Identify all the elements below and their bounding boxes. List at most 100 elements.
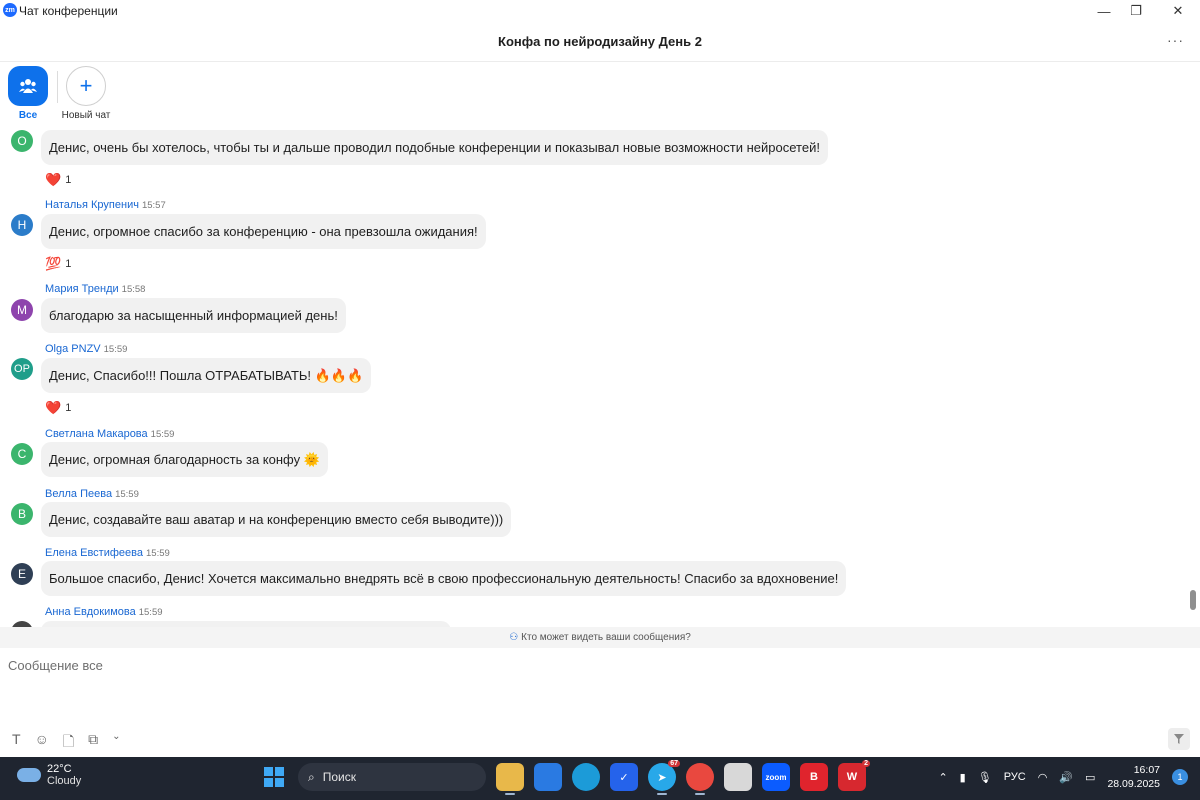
send-icon <box>1174 734 1184 744</box>
screenshot-icon[interactable]: ⧉ <box>88 731 98 755</box>
sender-name[interactable]: Елена Евстифеева <box>45 547 143 559</box>
reaction[interactable]: ❤️ 1 <box>45 172 71 188</box>
chrome-icon[interactable] <box>686 763 714 795</box>
wps-badge: 2 <box>862 760 870 767</box>
avatar[interactable]: В <box>11 503 33 525</box>
send-button[interactable] <box>1168 728 1190 750</box>
sender-name[interactable]: Анна Евдокимова <box>45 606 136 618</box>
filter-all[interactable]: Все <box>0 66 58 121</box>
system-tray: ⌃ ▮ 🎙 РУС ◠ 🔊 ▭ 16:07 28.09.2025 1 <box>938 763 1188 791</box>
sender-name[interactable]: Велла Пеева <box>45 488 112 500</box>
message-bubble[interactable]: Денис, огромная благодарность за конфу 🌞 <box>41 442 328 477</box>
todo-icon[interactable]: ✓ <box>610 763 638 791</box>
sender-name[interactable]: Olga PNZV <box>45 343 101 355</box>
notification-badge[interactable]: 1 <box>1172 769 1188 785</box>
weather-widget[interactable]: 22°C Cloudy <box>17 763 81 787</box>
message-bubble[interactable]: Большое спасибо, Денис! Хочется максимал… <box>41 561 847 596</box>
wps-office-icon[interactable]: W2 <box>838 760 870 791</box>
plus-icon: + <box>66 66 106 106</box>
avatar[interactable]: Е <box>11 563 33 585</box>
filter-all-label: Все <box>18 110 38 121</box>
sender-line: Велла Пеева 15:59 <box>45 488 139 500</box>
telegram-badge: 67 <box>668 760 680 767</box>
reaction-count: 1 <box>65 402 72 414</box>
search-label: Поиск <box>322 770 356 784</box>
reaction-count: 1 <box>65 174 72 186</box>
reaction[interactable]: 💯 1 <box>45 256 71 272</box>
avatar[interactable]: О <box>11 130 33 152</box>
privacy-notice[interactable]: ⚇ Кто может видеть ваши сообщения? <box>0 627 1200 648</box>
avatar[interactable]: С <box>11 443 33 465</box>
group-icon <box>8 66 48 106</box>
start-button[interactable] <box>260 763 288 791</box>
scrollbar-thumb[interactable] <box>1190 590 1196 610</box>
message-bubble[interactable]: Денис, Спасибо!!! Пошла ОТРАБАТЫВАТЬ! 🔥🔥… <box>41 358 372 393</box>
message-time: 15:59 <box>146 548 170 559</box>
message-input[interactable]: Сообщение все <box>8 658 103 673</box>
title-bar: zm Чат конференции — ❐ ✕ <box>0 0 1200 22</box>
chevron-down-icon[interactable]: ⌄ <box>112 731 120 755</box>
chat-header: Конфа по нейродизайну День 2 ··· <box>0 22 1200 62</box>
message-time: 15:59 <box>115 489 139 500</box>
hundred-points-icon: 💯 <box>45 256 62 271</box>
message-bubble[interactable]: Денис, очень бы хотелось, чтобы ты и дал… <box>41 130 828 165</box>
reaction[interactable]: ❤️ 1 <box>45 400 71 416</box>
new-chat-label: Новый чат <box>61 110 111 121</box>
window-title: Чат конференции <box>19 4 118 18</box>
message-time: 15:57 <box>141 200 166 211</box>
avatar[interactable]: OP <box>11 358 33 380</box>
message-composer: Сообщение все T ☺ 🗋 ⧉ ⌄ <box>0 648 1200 757</box>
temperature: 22°C <box>47 763 72 775</box>
new-chat-button[interactable]: + Новый чат <box>56 66 116 121</box>
close-button[interactable]: ✕ <box>1158 0 1198 22</box>
zoom-app-icon[interactable]: zoom <box>762 763 790 791</box>
battery-icon[interactable]: ▭ <box>1085 771 1095 784</box>
message-list: О Денис, очень бы хотелось, чтобы ты и д… <box>0 127 1188 627</box>
language-indicator[interactable]: РУС <box>1004 771 1026 783</box>
message-time: 15:58 <box>121 284 146 295</box>
composer-toolbar: T ☺ 🗋 ⧉ ⌄ <box>12 731 121 755</box>
emoji-icon[interactable]: ☺ <box>35 731 49 755</box>
windows-taskbar: 22°C Cloudy ⌕ Поиск ✓ ➤ 67 zoom B W2 ⌃ ▮ … <box>0 757 1200 800</box>
avatar[interactable]: Н <box>11 214 33 236</box>
telegram-icon[interactable]: ➤ 67 <box>648 760 680 795</box>
edge-icon[interactable] <box>572 763 600 791</box>
sender-line: Светлана Макарова 15:59 <box>45 428 174 440</box>
clock-date: 28.09.2025 <box>1107 778 1160 790</box>
yandex-browser-icon[interactable]: B <box>800 763 828 791</box>
chat-title: Конфа по нейродизайну День 2 <box>498 34 702 49</box>
microphone-icon[interactable]: 🎙 <box>978 771 992 784</box>
search-icon: ⌕ <box>308 769 315 784</box>
file-icon[interactable]: 🗋 <box>63 731 74 755</box>
taskbar-search[interactable]: ⌕ Поиск <box>298 763 486 791</box>
maximize-button[interactable]: ❐ <box>1116 0 1156 22</box>
chevron-up-icon[interactable]: ⌃ <box>938 771 947 784</box>
message-bubble[interactable]: благодарю за насыщенный информацией день… <box>41 298 346 333</box>
sender-name[interactable]: Наталья Крупенич <box>45 199 139 211</box>
wifi-icon[interactable]: ◠ <box>1038 771 1048 784</box>
avatar[interactable]: М <box>11 299 33 321</box>
text-format-icon[interactable]: T <box>12 731 21 755</box>
file-explorer-icon[interactable] <box>496 763 524 795</box>
weather-desc: Cloudy <box>47 775 82 787</box>
sender-name[interactable]: Мария Тренди <box>45 283 119 295</box>
chat-filters: Все + Новый чат <box>0 63 1200 127</box>
sender-line: Елена Евстифеева 15:59 <box>45 547 170 559</box>
zoom-logo-icon: zm <box>3 3 17 17</box>
message-time: 15:59 <box>150 429 175 440</box>
app-tray-icon[interactable]: ▮ <box>960 771 966 784</box>
message-time: 15:59 <box>138 607 163 618</box>
snipping-tool-icon[interactable] <box>724 763 752 791</box>
clock[interactable]: 16:07 28.09.2025 <box>1107 763 1160 791</box>
calendar-icon[interactable] <box>534 763 562 791</box>
message-bubble[interactable]: Денис, огромное спасибо за конференцию -… <box>41 214 486 249</box>
zoom-chat-window: zm Чат конференции — ❐ ✕ Конфа по нейрод… <box>0 0 1200 757</box>
sender-name[interactable]: Светлана Макарова <box>45 428 148 440</box>
privacy-text: Кто может видеть ваши сообщения? <box>521 632 691 643</box>
cloud-icon <box>17 768 41 782</box>
taskbar-apps: ⌕ Поиск ✓ ➤ 67 zoom B W2 <box>260 760 870 795</box>
heart-icon: ❤️ <box>45 172 62 187</box>
message-bubble[interactable]: Денис, создавайте ваш аватар и на конфер… <box>41 502 512 537</box>
volume-icon[interactable]: 🔊 <box>1059 771 1073 784</box>
more-options-icon[interactable]: ··· <box>1167 32 1184 48</box>
